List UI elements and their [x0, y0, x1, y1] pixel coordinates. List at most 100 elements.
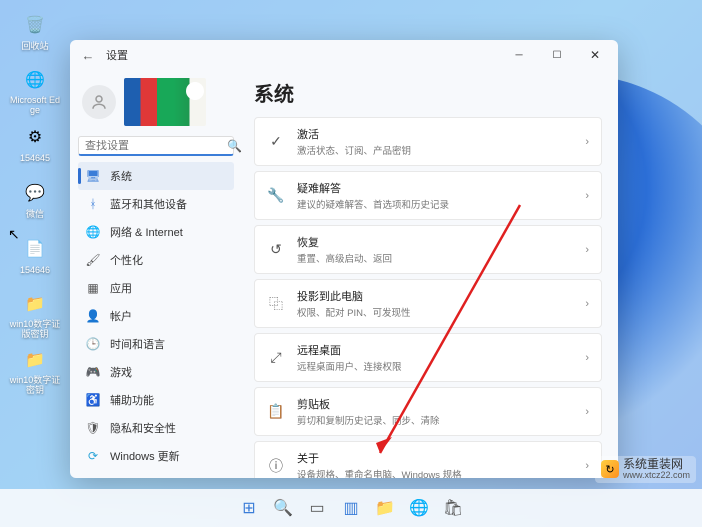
nav-network[interactable]: 🌐 网络 & Internet — [78, 218, 234, 246]
desktop-icon-label: 154645 — [20, 154, 50, 164]
card-about[interactable]: ⓘ 关于设备规格、重命名电脑、Windows 规格 › — [254, 441, 602, 478]
card-subtitle: 重置、高级启动、返回 — [297, 251, 573, 265]
desktop-icon-label: 154646 — [20, 266, 50, 276]
card-remote[interactable]: ⤢远程桌面远程桌面用户、连接权限› — [254, 333, 602, 382]
taskbar-edge[interactable]: 🌐 — [404, 493, 434, 523]
main-panel: 系统 ✓激活激活状态、订阅、产品密钥›🔧疑难解答建议的疑难解答、首选项和历史记录… — [242, 70, 618, 478]
file-154646-icon: 📄 — [20, 234, 50, 264]
avatar — [82, 85, 116, 119]
nav-bluetooth[interactable]: ᚼ 蓝牙和其他设备 — [78, 190, 234, 218]
taskbar-start[interactable]: ⊞ — [234, 493, 264, 523]
nav-label: 帐户 — [110, 308, 132, 324]
nav-privacy[interactable]: 🛡 隐私和安全性 — [78, 414, 234, 442]
nav-time[interactable]: 🕒 时间和语言 — [78, 330, 234, 358]
card-subtitle: 远程桌面用户、连接权限 — [297, 359, 573, 373]
chevron-right-icon: › — [585, 244, 589, 256]
card-clipboard[interactable]: 📋剪贴板剪切和复制历史记录、同步、清除› — [254, 387, 602, 436]
nav-update[interactable]: ⟳Windows 更新 — [78, 442, 234, 470]
desktop-icon-file-154645[interactable]: ⚙ 154645 — [8, 120, 62, 172]
titlebar: ← 设置 ─ ☐ ✕ — [70, 40, 618, 70]
system-icon: 🖥 — [86, 169, 100, 183]
privacy-icon: 🛡 — [86, 421, 100, 435]
bluetooth-icon: ᚼ — [86, 197, 100, 211]
projecting-icon: ⿻ — [267, 295, 285, 313]
desktop-icon-folder-win10a[interactable]: 📁win10数字证版密钥 — [8, 288, 62, 340]
minimize-button[interactable]: ─ — [500, 41, 538, 69]
nav-label: 隐私和安全性 — [110, 420, 176, 436]
card-title: 投影到此电脑 — [297, 288, 573, 304]
taskbar-taskview[interactable]: ▭ — [302, 493, 332, 523]
folder-win10b-icon: 📁 — [20, 346, 50, 374]
chevron-right-icon: › — [585, 136, 589, 148]
remote-icon: ⤢ — [267, 349, 285, 367]
nav-system[interactable]: 🖥 系统 — [78, 162, 234, 190]
search-input[interactable] — [85, 140, 227, 152]
profile-area[interactable] — [78, 76, 234, 128]
nav-apps[interactable]: ▦应用 — [78, 274, 234, 302]
nav-label: 辅助功能 — [110, 392, 154, 408]
desktop-icon-wechat[interactable]: 💬微信 — [8, 176, 62, 228]
profile-picture — [124, 78, 206, 126]
chevron-right-icon: › — [585, 406, 589, 418]
update-icon: ⟳ — [86, 449, 100, 463]
desktop-icons: 🗑️回收站🌐Microsoft Edge⚙154645💬微信📄154646📁wi… — [8, 8, 62, 396]
desktop-icon-edge[interactable]: 🌐Microsoft Edge — [8, 64, 62, 116]
card-title: 关于 — [297, 450, 573, 466]
about-icon: ⓘ — [267, 457, 285, 475]
settings-window: ← 设置 ─ ☐ ✕ 🔍 🖥 系统 ᚼ 蓝牙和其他设备 🌐 网络 & Internet 🖌个… — [70, 40, 618, 478]
desktop-icon-folder-win10b[interactable]: 📁win10数字证密钥 — [8, 344, 62, 396]
time-icon: 🕒 — [86, 337, 100, 351]
taskbar-widgets[interactable]: ▥ — [336, 493, 366, 523]
wechat-icon: 💬 — [20, 178, 50, 208]
card-title: 疑难解答 — [297, 180, 573, 196]
nav-accounts[interactable]: 👤帐户 — [78, 302, 234, 330]
desktop-icon-label: 回收站 — [21, 42, 48, 52]
recycle-bin-icon: 🗑️ — [20, 10, 50, 40]
chevron-right-icon: › — [585, 190, 589, 202]
desktop-icon-label: Microsoft Edge — [8, 96, 62, 116]
watermark: ↻ 系统重装网 www.xtcz22.com — [595, 456, 696, 483]
desktop-icon-recycle-bin[interactable]: 🗑️ 回收站 — [8, 8, 62, 60]
card-subtitle: 设备规格、重命名电脑、Windows 规格 — [297, 467, 573, 478]
nav-label: 网络 & Internet — [110, 224, 183, 240]
file-154645-icon: ⚙ — [20, 122, 50, 152]
watermark-url: www.xtcz22.com — [623, 471, 690, 481]
nav-label: 时间和语言 — [110, 336, 165, 352]
troubleshoot-icon: 🔧 — [267, 187, 285, 205]
folder-win10a-icon: 📁 — [20, 290, 50, 318]
back-button[interactable]: ← — [74, 41, 102, 69]
card-troubleshoot[interactable]: 🔧疑难解答建议的疑难解答、首选项和历史记录› — [254, 171, 602, 220]
page-title: 系统 — [254, 78, 602, 107]
nav-personalization[interactable]: 🖌个性化 — [78, 246, 234, 274]
desktop-icon-label: win10数字证密钥 — [8, 376, 62, 396]
chevron-right-icon: › — [585, 298, 589, 310]
gaming-icon: 🎮 — [86, 365, 100, 379]
chevron-right-icon: › — [585, 460, 589, 472]
taskbar-explorer[interactable]: 📁 — [370, 493, 400, 523]
nav-label: 系统 — [110, 168, 132, 184]
card-activation[interactable]: ✓激活激活状态、订阅、产品密钥› — [254, 117, 602, 166]
taskbar-search[interactable]: 🔍 — [268, 493, 298, 523]
nav-gaming[interactable]: 🎮游戏 — [78, 358, 234, 386]
card-subtitle: 权限、配对 PIN、可发现性 — [297, 305, 573, 319]
taskbar[interactable]: ⊞🔍▭▥📁🌐🛍 — [0, 489, 702, 527]
chevron-right-icon: › — [585, 352, 589, 364]
mouse-cursor: ↖ — [8, 226, 20, 243]
activation-icon: ✓ — [267, 133, 285, 151]
card-projecting[interactable]: ⿻投影到此电脑权限、配对 PIN、可发现性 › — [254, 279, 602, 328]
nav-accessibility[interactable]: ♿辅助功能 — [78, 386, 234, 414]
search-box[interactable]: 🔍 — [78, 136, 234, 156]
taskbar-store[interactable]: 🛍 — [438, 493, 468, 523]
network-icon: 🌐 — [86, 225, 100, 239]
nav-list: 🖥 系统 ᚼ 蓝牙和其他设备 🌐 网络 & Internet 🖌个性化▦应用👤帐户 🕒 时间和语… — [78, 162, 234, 470]
close-button[interactable]: ✕ — [576, 41, 614, 69]
watermark-icon: ↻ — [601, 460, 619, 478]
card-subtitle: 激活状态、订阅、产品密钥 — [297, 143, 573, 157]
maximize-button[interactable]: ☐ — [538, 41, 576, 69]
card-subtitle: 剪切和复制历史记录、同步、清除 — [297, 413, 573, 427]
card-recovery[interactable]: ↺恢复重置、高级启动、返回› — [254, 225, 602, 274]
nav-label: 个性化 — [110, 252, 143, 268]
sidebar: 🔍 🖥 系统 ᚼ 蓝牙和其他设备 🌐 网络 & Internet 🖌个性化▦应用👤帐户 🕒 时间… — [70, 70, 242, 478]
apps-icon: ▦ — [86, 281, 100, 295]
nav-label: 蓝牙和其他设备 — [110, 196, 187, 212]
